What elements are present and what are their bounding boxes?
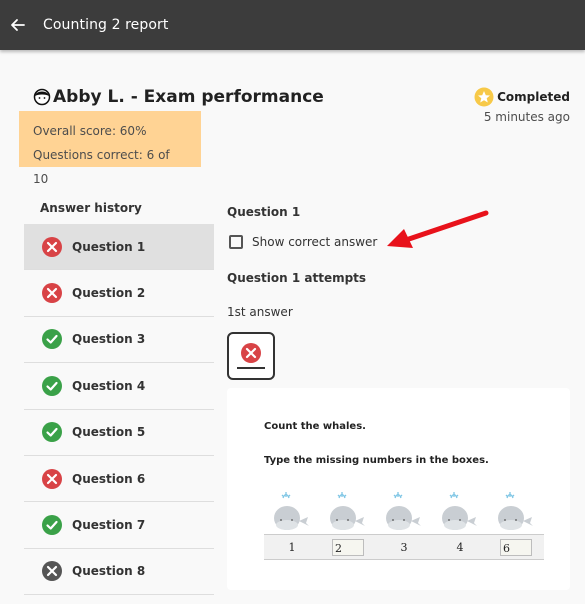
back-button[interactable] bbox=[8, 16, 26, 34]
attempt-underline bbox=[237, 367, 265, 369]
history-item-label: Question 5 bbox=[72, 425, 146, 440]
incorrect-icon bbox=[42, 283, 62, 304]
number-answer-box[interactable]: 6 bbox=[500, 539, 532, 556]
unanswered-icon bbox=[42, 561, 62, 582]
answer-history-list: Question 1 Question 2 Question 3 Question 4… bbox=[24, 224, 214, 596]
whale-icon bbox=[274, 492, 309, 530]
history-item-label: Question 3 bbox=[72, 332, 146, 347]
history-item-question-4[interactable]: Question 4 bbox=[24, 363, 214, 410]
check-circle-icon bbox=[42, 375, 62, 396]
incorrect-icon bbox=[42, 468, 62, 489]
exercise-card: Count the whales. Type the missing numbe… bbox=[227, 388, 570, 590]
overall-score: Overall score: 60% bbox=[33, 124, 147, 138]
number-answer-box[interactable]: 2 bbox=[332, 539, 364, 556]
whale-icon bbox=[330, 492, 365, 530]
check-circle-icon bbox=[42, 515, 62, 536]
number-label: 3 bbox=[400, 541, 408, 554]
red-arrow-annotation bbox=[387, 210, 489, 248]
first-answer-label: 1st answer bbox=[227, 305, 293, 319]
status-time: 5 minutes ago bbox=[483, 110, 570, 124]
show-correct-answer-toggle[interactable]: Show correct answer bbox=[229, 235, 377, 249]
number-label: 1 bbox=[288, 541, 296, 554]
whale-icon bbox=[386, 492, 421, 530]
show-correct-answer-label: Show correct answer bbox=[252, 235, 378, 249]
history-item-label: Question 2 bbox=[72, 286, 146, 301]
questions-correct: Questions correct: 6 of 10 bbox=[33, 148, 170, 186]
history-item-label: Question 7 bbox=[72, 518, 146, 533]
attempts-title: Question 1 attempts bbox=[227, 271, 367, 285]
history-item-label: Question 4 bbox=[72, 378, 146, 393]
instruction-count: Count the whales. bbox=[264, 421, 366, 432]
history-item-label: Question 1 bbox=[72, 239, 146, 254]
number-line: 1 2 3 4 6 bbox=[264, 534, 544, 560]
arrow-left-icon bbox=[11, 19, 25, 31]
app-bar: Counting 2 report bbox=[0, 0, 585, 50]
incorrect-icon bbox=[42, 236, 62, 257]
history-item-label: Question 6 bbox=[72, 471, 146, 486]
status-block: Completed 5 minutes ago bbox=[474, 87, 570, 124]
attempt-1-button[interactable] bbox=[227, 332, 275, 380]
app-title: Counting 2 report bbox=[43, 17, 169, 33]
history-item-question-8[interactable]: Question 8 bbox=[24, 549, 214, 596]
checkbox[interactable] bbox=[229, 235, 243, 249]
history-item-question-5[interactable]: Question 5 bbox=[24, 410, 214, 456]
check-circle-icon bbox=[42, 422, 62, 443]
history-item-question-7[interactable]: Question 7 bbox=[24, 502, 214, 549]
learner-heading: Abby L. - Exam performance bbox=[33, 87, 324, 107]
star-icon bbox=[474, 87, 494, 107]
number-label: 4 bbox=[456, 541, 464, 554]
status-label: Completed bbox=[497, 90, 570, 104]
history-item-question-2[interactable]: Question 2 bbox=[24, 270, 214, 317]
whale-icon bbox=[442, 492, 477, 530]
incorrect-icon bbox=[241, 343, 261, 363]
whales-illustration bbox=[274, 492, 533, 530]
history-item-question-1[interactable]: Question 1 bbox=[24, 224, 214, 271]
person-icon bbox=[33, 88, 51, 106]
history-item-label: Question 8 bbox=[72, 564, 146, 579]
check-circle-icon bbox=[42, 329, 62, 350]
instruction-type: Type the missing numbers in the boxes. bbox=[264, 455, 489, 466]
whale-icon bbox=[498, 492, 533, 530]
history-item-question-6[interactable]: Question 6 bbox=[24, 456, 214, 503]
score-summary: Overall score: 60% Questions correct: 6 … bbox=[19, 111, 201, 186]
history-item-question-3[interactable]: Question 3 bbox=[24, 317, 214, 364]
answer-history-title: Answer history bbox=[40, 201, 142, 215]
question-title: Question 1 bbox=[227, 205, 301, 219]
page-title: Abby L. - Exam performance bbox=[53, 87, 324, 107]
